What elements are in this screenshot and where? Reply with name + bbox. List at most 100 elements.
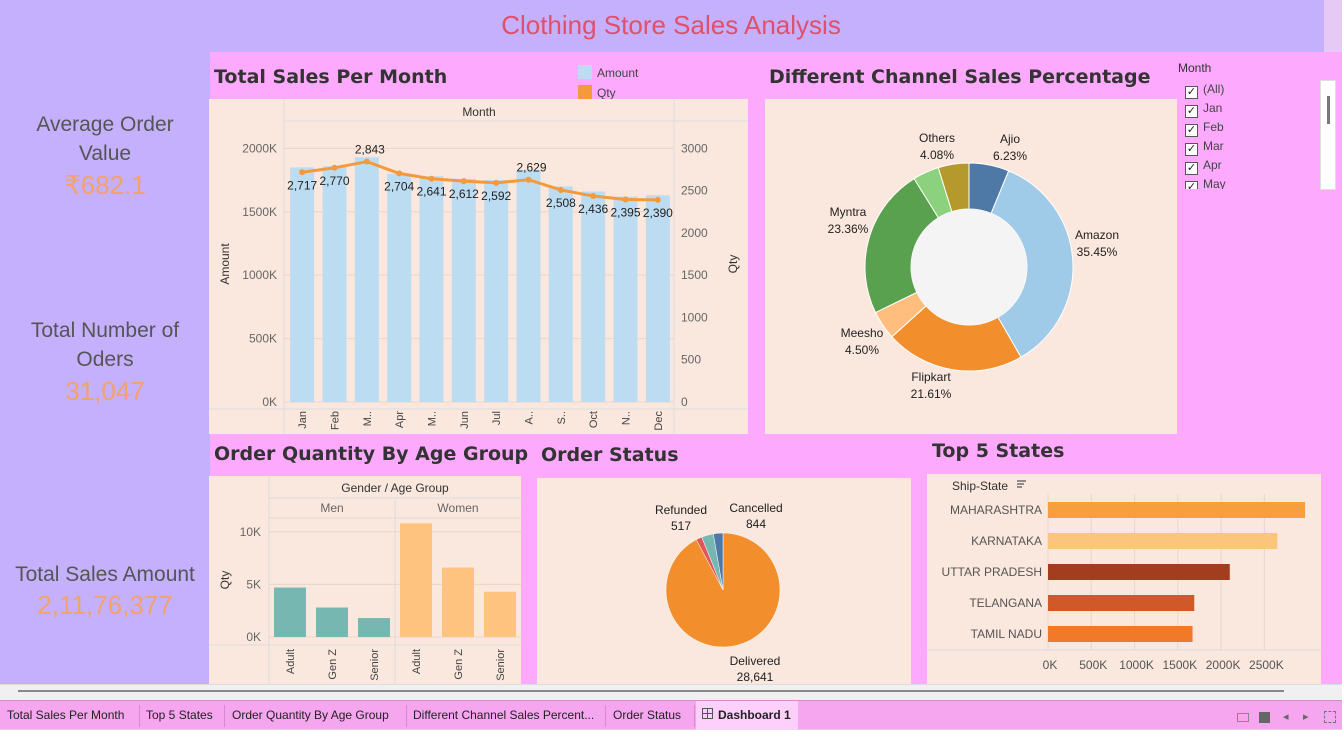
show-tabs-icon[interactable] xyxy=(1259,712,1270,723)
amount-bar xyxy=(290,167,315,402)
state-bar xyxy=(1048,502,1306,518)
qty-point xyxy=(428,175,435,182)
x-tick-label: Adult xyxy=(411,649,423,674)
y-axis-label: Amount xyxy=(218,243,232,285)
filter-item-all[interactable]: ✓ (All) xyxy=(1185,82,1225,99)
y-axis-label: Qty xyxy=(218,571,232,590)
tab-different-channel-sales[interactable]: Different Channel Sales Percent... xyxy=(413,708,594,722)
tab-dashboard-1[interactable]: Dashboard 1 xyxy=(718,708,791,722)
filter-item-may[interactable]: ✓ May xyxy=(1185,177,1226,189)
checkbox-checked-icon[interactable]: ✓ xyxy=(1185,86,1198,99)
x-tick-label: Senior xyxy=(495,649,507,681)
x-tick-label: Apr xyxy=(394,411,406,428)
y2-tick-label: 1500 xyxy=(681,268,708,282)
horizontal-scrollbar[interactable] xyxy=(18,690,1284,692)
status-slice-name: Cancelled xyxy=(729,501,782,515)
channel-slice-percent: 6.23% xyxy=(993,149,1027,163)
orders-label-line2: Oders xyxy=(76,348,134,371)
amount-bar xyxy=(419,176,444,402)
status-slice-value: 844 xyxy=(746,517,766,531)
qty-point xyxy=(622,196,629,203)
filter-item-label: May xyxy=(1203,177,1226,189)
tab-order-quantity-by-age-group[interactable]: Order Quantity By Age Group xyxy=(232,708,389,722)
sales-label: Total Sales Amount xyxy=(15,563,195,586)
next-tab-icon[interactable]: ▸ xyxy=(1303,710,1309,723)
age-group-bar xyxy=(358,618,390,637)
film-strip-icon[interactable] xyxy=(1237,713,1249,722)
legend-qty-swatch[interactable] xyxy=(578,85,592,99)
channel-donut-chart: Ajio 6.23% Amazon 35.45% Flipkart 21.61% Meesh… xyxy=(828,131,1119,401)
qty-point xyxy=(299,169,306,176)
sales-per-month-title: Total Sales Per Month xyxy=(214,66,448,88)
filter-item-mar[interactable]: ✓ Mar xyxy=(1185,139,1224,156)
y2-tick-label: 3000 xyxy=(681,141,708,155)
x-tick-label: M.. xyxy=(427,411,439,426)
tab-separator xyxy=(224,705,225,727)
month-header: Month xyxy=(462,105,495,119)
aov-value: ₹682.1 xyxy=(64,170,146,200)
state-label: TAMIL NADU xyxy=(971,627,1042,641)
state-bar xyxy=(1048,626,1193,642)
filter-item-label: (All) xyxy=(1203,82,1225,96)
channel-slice-percent: 35.45% xyxy=(1077,245,1118,259)
top-states-title: Top 5 States xyxy=(932,440,1065,462)
amount-bar xyxy=(387,173,412,402)
filter-item-jan[interactable]: ✓ Jan xyxy=(1185,101,1222,118)
qty-point xyxy=(590,193,597,200)
order-status-title: Order Status xyxy=(541,444,679,466)
qty-data-label: 2,704 xyxy=(384,179,414,193)
fullscreen-icon[interactable] xyxy=(1324,711,1336,723)
state-label: KARNATAKA xyxy=(971,534,1042,548)
tab-total-sales-per-month[interactable]: Total Sales Per Month xyxy=(7,708,124,722)
x-tick-label: Dec xyxy=(653,411,665,431)
channel-slice-percent: 4.08% xyxy=(920,148,954,162)
filter-item-label: Apr xyxy=(1203,158,1222,172)
ship-state-header: Ship-State xyxy=(952,479,1008,493)
y2-tick-label: 2500 xyxy=(681,184,708,198)
channel-slice-name: Amazon xyxy=(1075,228,1119,242)
x-tick-label: Jun xyxy=(459,411,471,429)
filter-scrollbar-thumb[interactable] xyxy=(1327,96,1330,124)
x-tick-label: Jul xyxy=(491,411,503,425)
horizontal-scroll-area xyxy=(0,684,1342,700)
prev-tab-icon[interactable]: ◂ xyxy=(1283,710,1289,723)
qty-data-label: 2,641 xyxy=(416,185,446,199)
qty-point xyxy=(493,179,500,186)
filter-item-feb[interactable]: ✓ Feb xyxy=(1185,120,1224,137)
checkbox-checked-icon[interactable]: ✓ xyxy=(1185,181,1198,189)
x-tick-label: 500K xyxy=(1079,658,1107,672)
qty-data-label: 2,592 xyxy=(481,189,511,203)
qty-data-label: 2,612 xyxy=(449,187,479,201)
age-group-bar xyxy=(442,567,474,637)
dashboard-title: Clothing Store Sales Analysis xyxy=(501,10,841,40)
amount-bar xyxy=(516,169,541,402)
status-slice-value: 517 xyxy=(671,519,691,533)
tab-top-5-states[interactable]: Top 5 States xyxy=(146,708,213,722)
x-tick-label: Feb xyxy=(330,411,342,430)
qty-point xyxy=(460,178,467,185)
qty-data-label: 2,843 xyxy=(355,143,385,157)
legend-amount-swatch[interactable] xyxy=(578,65,592,79)
age-group-title: Order Quantity By Age Group xyxy=(214,443,529,465)
qty-data-label: 2,629 xyxy=(516,161,546,175)
status-slice-name: Delivered xyxy=(730,654,781,668)
checkbox-checked-icon[interactable]: ✓ xyxy=(1185,143,1198,156)
filter-item-apr[interactable]: ✓ Apr xyxy=(1185,158,1222,175)
age-group-chart: Gender / Age Group Men Women Qty 0K 5K 10K Adul… xyxy=(209,476,521,684)
qty-data-label: 2,395 xyxy=(610,206,640,220)
checkbox-checked-icon[interactable]: ✓ xyxy=(1185,124,1198,137)
top-states-chart: Ship-State 0K 500K 1000K 1500K 2000K 2500K MAHA… xyxy=(927,479,1321,672)
channel-slice-name: Ajio xyxy=(1000,132,1020,146)
status-slice-name: Refunded xyxy=(655,503,707,517)
tab-order-status[interactable]: Order Status xyxy=(613,708,681,722)
amount-bar xyxy=(548,186,573,402)
sales-value: 2,11,76,377 xyxy=(37,590,173,620)
x-tick-label: Jan xyxy=(297,411,309,429)
checkbox-checked-icon[interactable]: ✓ xyxy=(1185,162,1198,175)
state-bar xyxy=(1048,564,1230,580)
channel-title: Different Channel Sales Percentage xyxy=(769,66,1151,88)
y-tick-label: 5K xyxy=(246,577,261,591)
dashboard-grid-icon xyxy=(702,708,713,719)
orders-value: 31,047 xyxy=(65,376,145,406)
checkbox-checked-icon[interactable]: ✓ xyxy=(1185,105,1198,118)
